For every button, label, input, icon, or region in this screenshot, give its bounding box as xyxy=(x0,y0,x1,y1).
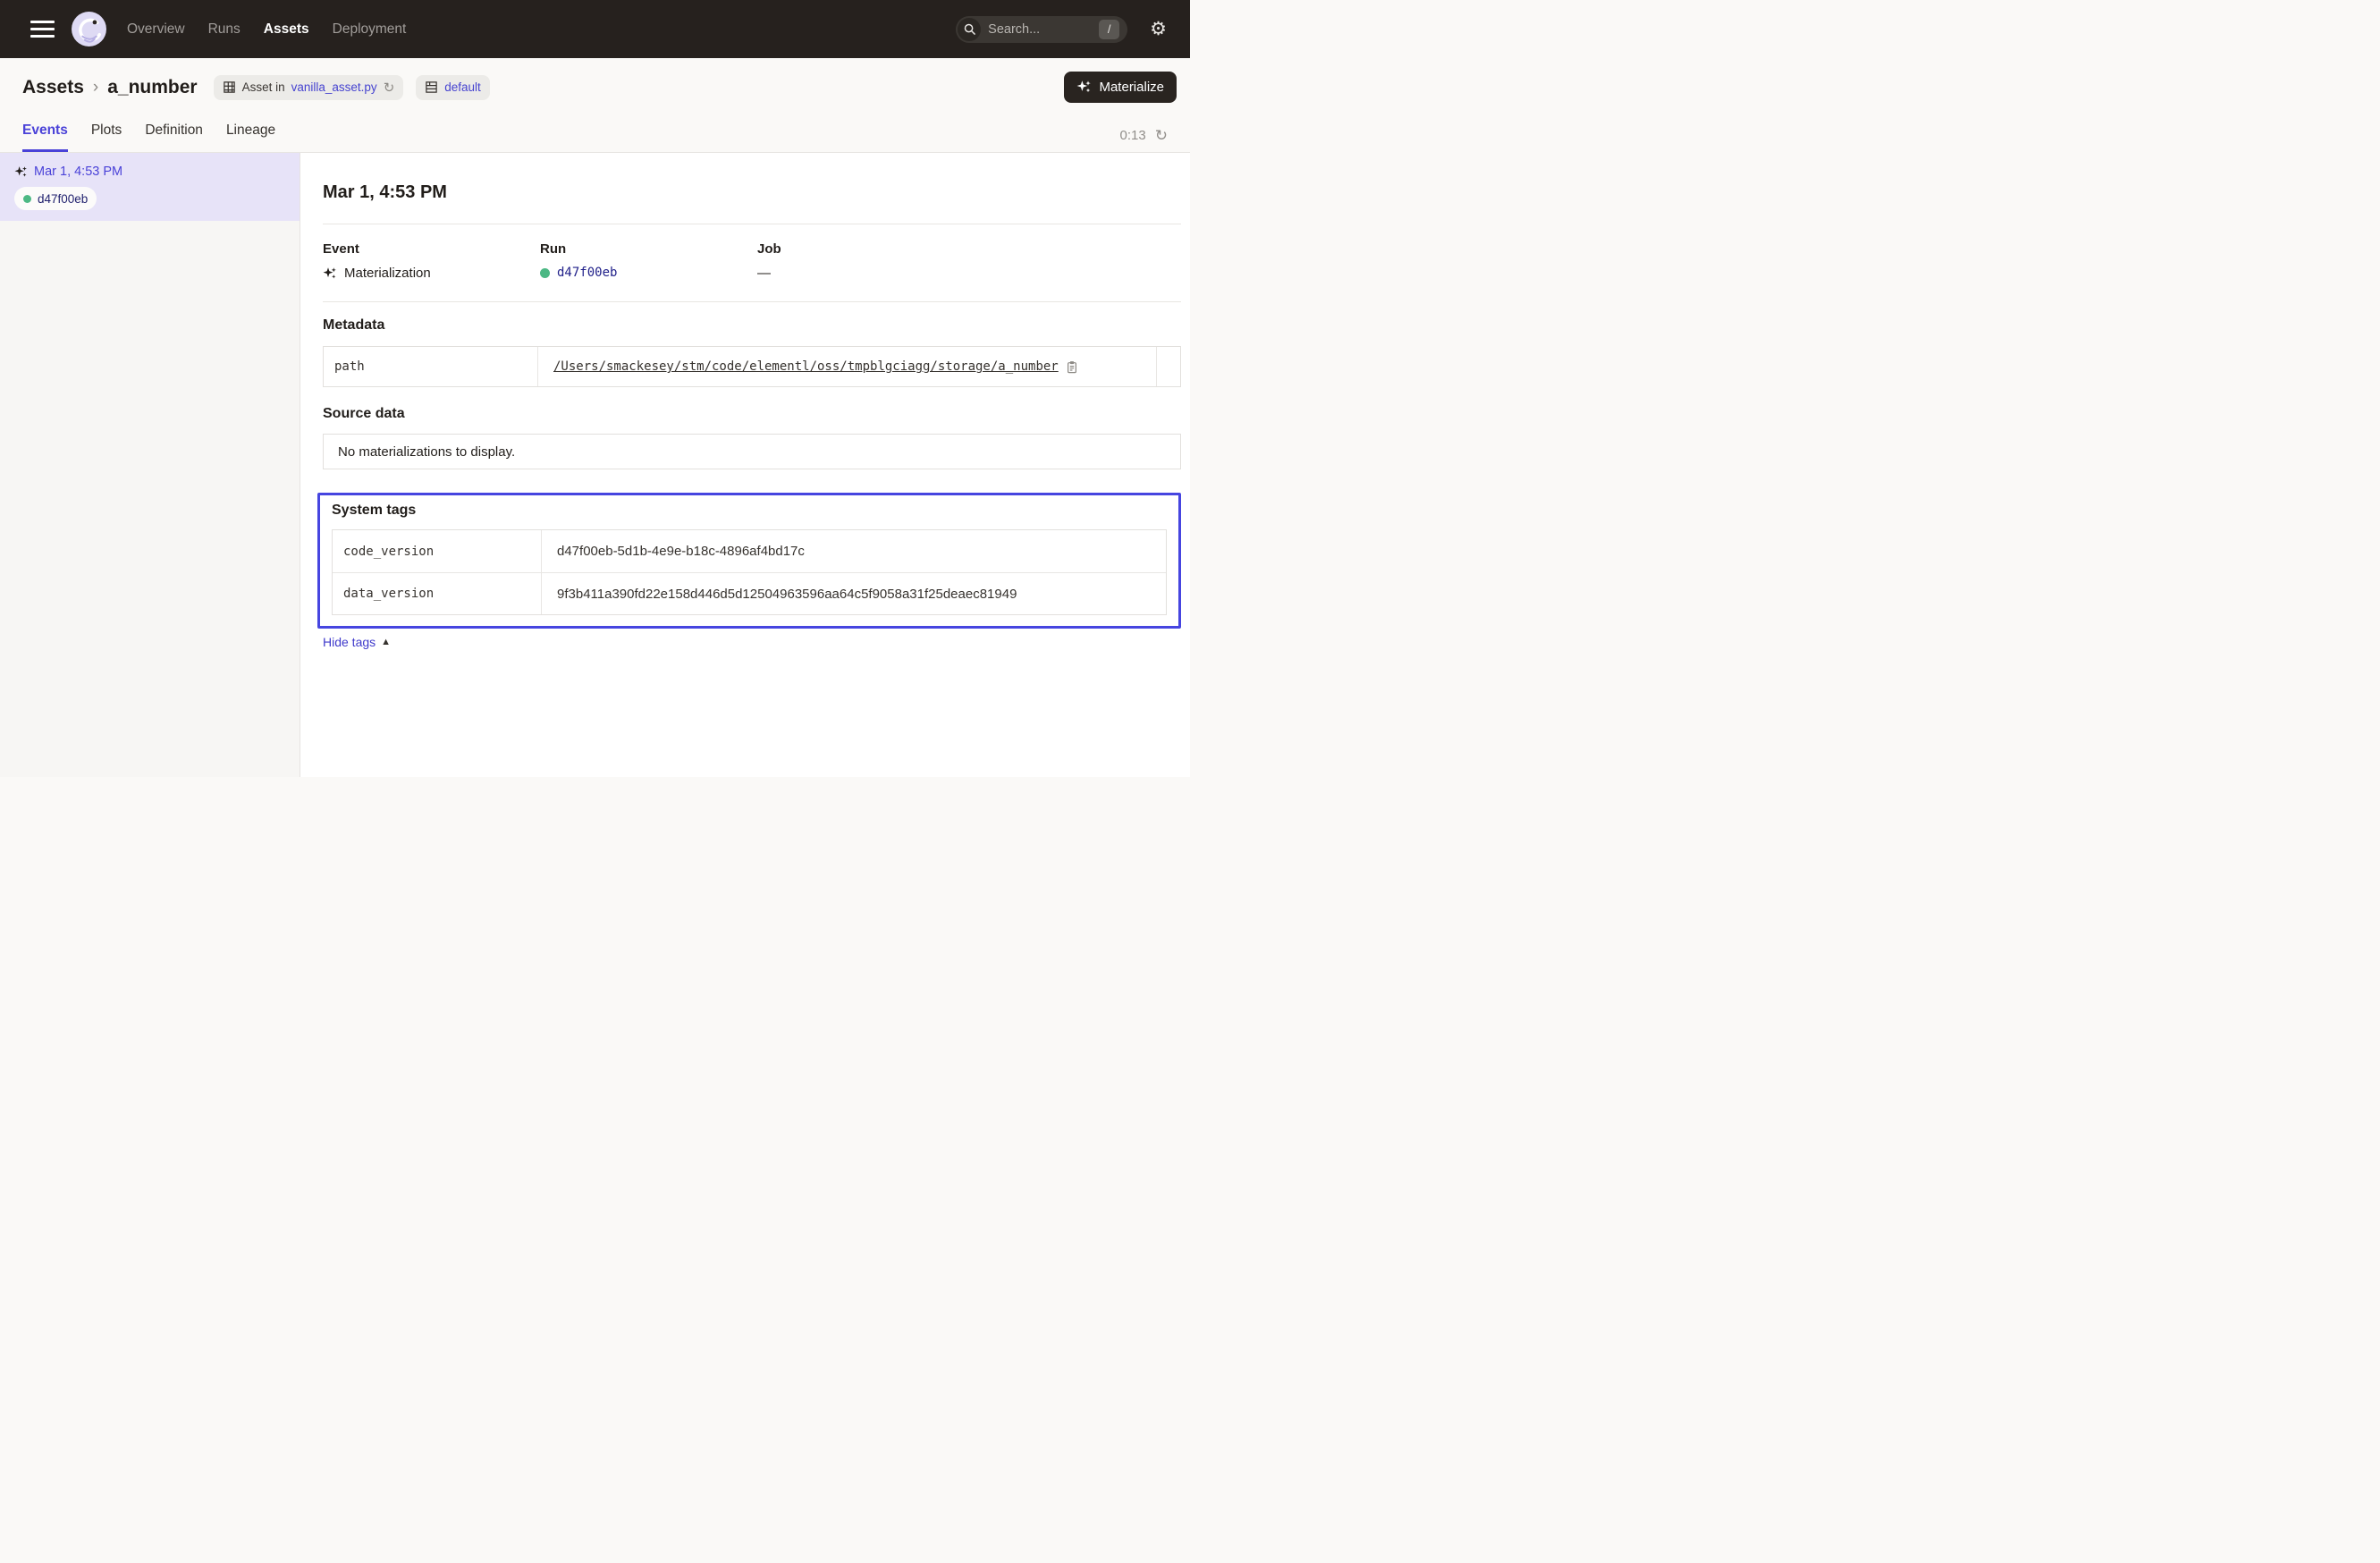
settings-gear-icon[interactable]: ⚙ xyxy=(1150,20,1167,38)
metadata-heading: Metadata xyxy=(323,317,1181,334)
system-tag-value: 9f3b411a390fd22e158d446d5d12504963596aa6… xyxy=(542,587,1166,602)
page-header: Assets › a_number Asset in vanilla_asset… xyxy=(0,58,1190,153)
run-status-dot xyxy=(23,195,31,203)
breadcrumb-root[interactable]: Assets xyxy=(22,77,84,98)
table-row: code_version d47f00eb-5d1b-4e9e-b18c-489… xyxy=(333,530,1166,572)
reload-definition-icon[interactable]: ↻ xyxy=(384,80,395,96)
search-shortcut-key: / xyxy=(1099,20,1119,39)
source-data-empty-message: No materializations to display. xyxy=(338,444,515,460)
source-data-heading: Source data xyxy=(323,406,1181,422)
source-data-empty-state: No materializations to display. xyxy=(323,434,1181,469)
hamburger-menu-icon[interactable] xyxy=(30,21,55,38)
materialize-button[interactable]: Materialize xyxy=(1064,72,1177,103)
event-detail-panel: Mar 1, 4:53 PM Event Materialization Run… xyxy=(300,153,1190,777)
refresh-icon[interactable]: ↻ xyxy=(1155,128,1168,143)
run-tag[interactable]: d47f00eb xyxy=(14,187,97,210)
job-value: — xyxy=(757,266,771,281)
system-tag-key: code_version xyxy=(333,530,542,572)
run-id-link[interactable]: d47f00eb xyxy=(557,266,617,280)
materialization-sparkle-icon xyxy=(14,165,28,179)
tab-events[interactable]: Events xyxy=(22,123,68,152)
nav-item-runs[interactable]: Runs xyxy=(208,21,241,38)
table-row: data_version 9f3b411a390fd22e158d446d5d1… xyxy=(333,572,1166,614)
primary-nav: Overview Runs Assets Deployment xyxy=(127,21,406,38)
run-status-dot xyxy=(540,268,550,278)
job-column-label: Job xyxy=(757,241,1181,257)
asset-grid-icon xyxy=(223,80,236,94)
metadata-table: path /Users/smackesey/stm/code/elementl/… xyxy=(323,346,1181,387)
search-input[interactable]: Search... / xyxy=(956,16,1127,43)
tab-plots[interactable]: Plots xyxy=(91,123,122,152)
asset-in-label: Asset in xyxy=(242,80,285,94)
metadata-path-link[interactable]: /Users/smackesey/stm/code/elementl/oss/t… xyxy=(553,359,1059,374)
asset-file-link[interactable]: vanilla_asset.py xyxy=(291,80,377,94)
dagster-logo-icon[interactable] xyxy=(71,11,107,47)
tab-bar: Events Plots Definition Lineage 0:13 ↻ xyxy=(0,112,1190,153)
divider xyxy=(323,301,1181,302)
nav-item-deployment[interactable]: Deployment xyxy=(333,21,407,38)
table-row: path /Users/smackesey/stm/code/elementl/… xyxy=(324,347,1180,386)
search-placeholder: Search... xyxy=(988,22,1099,37)
top-navbar: Overview Runs Assets Deployment Search..… xyxy=(0,0,1190,58)
repo-chip: default xyxy=(416,75,490,100)
event-list-sidebar: Mar 1, 4:53 PM d47f00eb xyxy=(0,153,300,777)
event-list-item[interactable]: Mar 1, 4:53 PM d47f00eb xyxy=(0,153,300,221)
run-column-label: Run xyxy=(540,241,757,257)
run-id-label: d47f00eb xyxy=(38,192,88,206)
nav-item-assets[interactable]: Assets xyxy=(264,21,309,38)
nav-item-overview[interactable]: Overview xyxy=(127,21,185,38)
sparkle-icon xyxy=(1076,80,1092,95)
refresh-countdown: 0:13 xyxy=(1120,128,1146,143)
breadcrumb-separator-icon: › xyxy=(93,78,98,97)
system-tags-heading: System tags xyxy=(332,503,1167,519)
materialization-sparkle-icon xyxy=(323,266,337,281)
asset-definition-chip: Asset in vanilla_asset.py ↻ xyxy=(214,75,404,100)
event-timestamp-link[interactable]: Mar 1, 4:53 PM xyxy=(34,165,122,179)
breadcrumb: Assets › a_number Asset in vanilla_asset… xyxy=(0,58,1190,112)
event-column-label: Event xyxy=(323,241,540,257)
tab-definition[interactable]: Definition xyxy=(145,123,203,152)
repo-link[interactable]: default xyxy=(444,80,481,94)
event-type-value: Materialization xyxy=(344,266,431,281)
copy-icon[interactable] xyxy=(1066,360,1078,374)
system-tags-highlight-box: System tags code_version d47f00eb-5d1b-4… xyxy=(317,493,1181,629)
search-icon xyxy=(958,18,981,41)
system-tag-key: data_version xyxy=(333,573,542,614)
repo-icon xyxy=(425,80,438,94)
caret-up-icon: ▲ xyxy=(381,637,391,647)
metadata-key: path xyxy=(324,347,538,386)
hide-tags-link[interactable]: Hide tags ▲ xyxy=(323,635,391,649)
materialize-label: Materialize xyxy=(1099,80,1164,95)
hide-tags-label: Hide tags xyxy=(323,635,376,649)
system-tag-value: d47f00eb-5d1b-4e9e-b18c-4896af4bd17c xyxy=(542,544,1166,559)
event-detail-title: Mar 1, 4:53 PM xyxy=(323,182,1181,203)
page-title: a_number xyxy=(107,77,197,98)
tab-lineage[interactable]: Lineage xyxy=(226,123,275,152)
system-tags-table: code_version d47f00eb-5d1b-4e9e-b18c-489… xyxy=(332,529,1167,615)
